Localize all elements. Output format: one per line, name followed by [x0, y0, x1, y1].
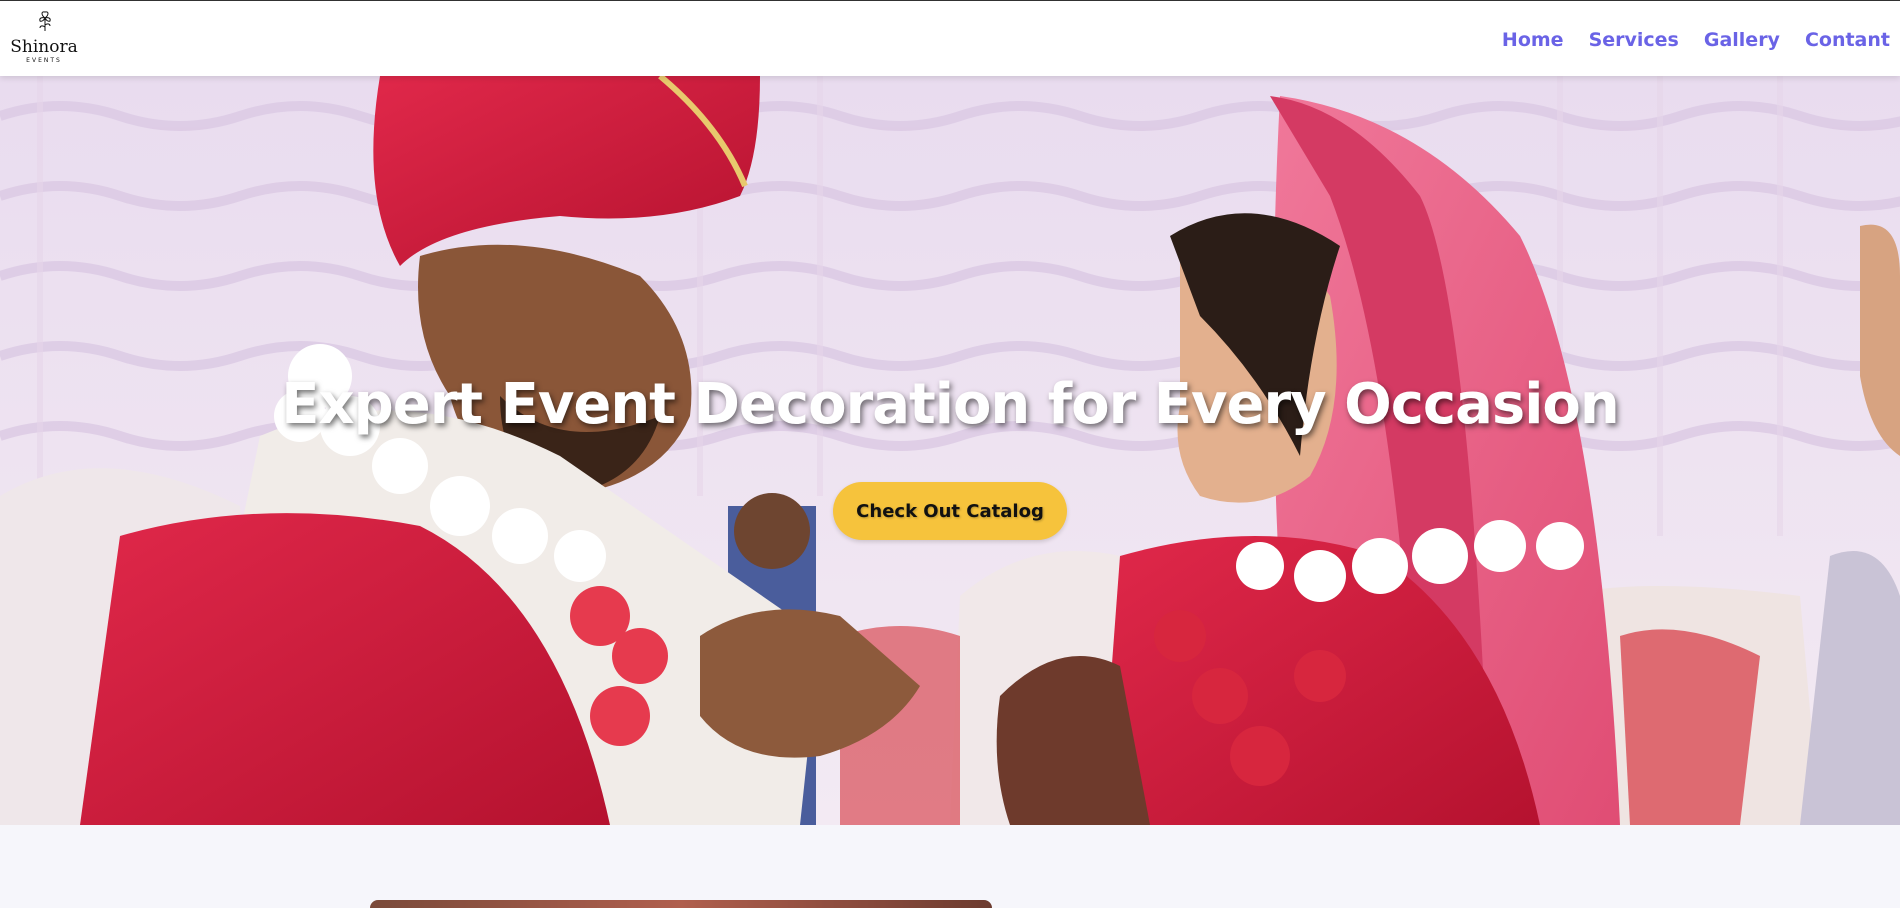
- hero-background-image: [0, 76, 1900, 825]
- check-out-catalog-button[interactable]: Check Out Catalog: [833, 482, 1067, 540]
- nav-link-contact[interactable]: Contant: [1805, 27, 1890, 57]
- nav-link-services[interactable]: Services: [1589, 27, 1679, 57]
- flower-icon: [39, 11, 51, 31]
- nav-link-gallery[interactable]: Gallery: [1704, 27, 1780, 57]
- hero-title: Expert Event Decoration for Every Occasi…: [281, 372, 1620, 437]
- brand-name: Shinora: [10, 37, 78, 57]
- site-header: Shinora EVENTS Home Services Gallery Con…: [0, 1, 1900, 76]
- nav-link-home[interactable]: Home: [1502, 27, 1564, 57]
- brand-tagline: EVENTS: [26, 57, 62, 64]
- hero-section: Expert Event Decoration for Every Occasi…: [0, 76, 1900, 825]
- card-image-peek: [370, 900, 992, 908]
- brand-logo[interactable]: Shinora EVENTS: [10, 9, 80, 69]
- main-nav: Home Services Gallery Contant: [1502, 27, 1890, 57]
- content-section: [0, 825, 1900, 908]
